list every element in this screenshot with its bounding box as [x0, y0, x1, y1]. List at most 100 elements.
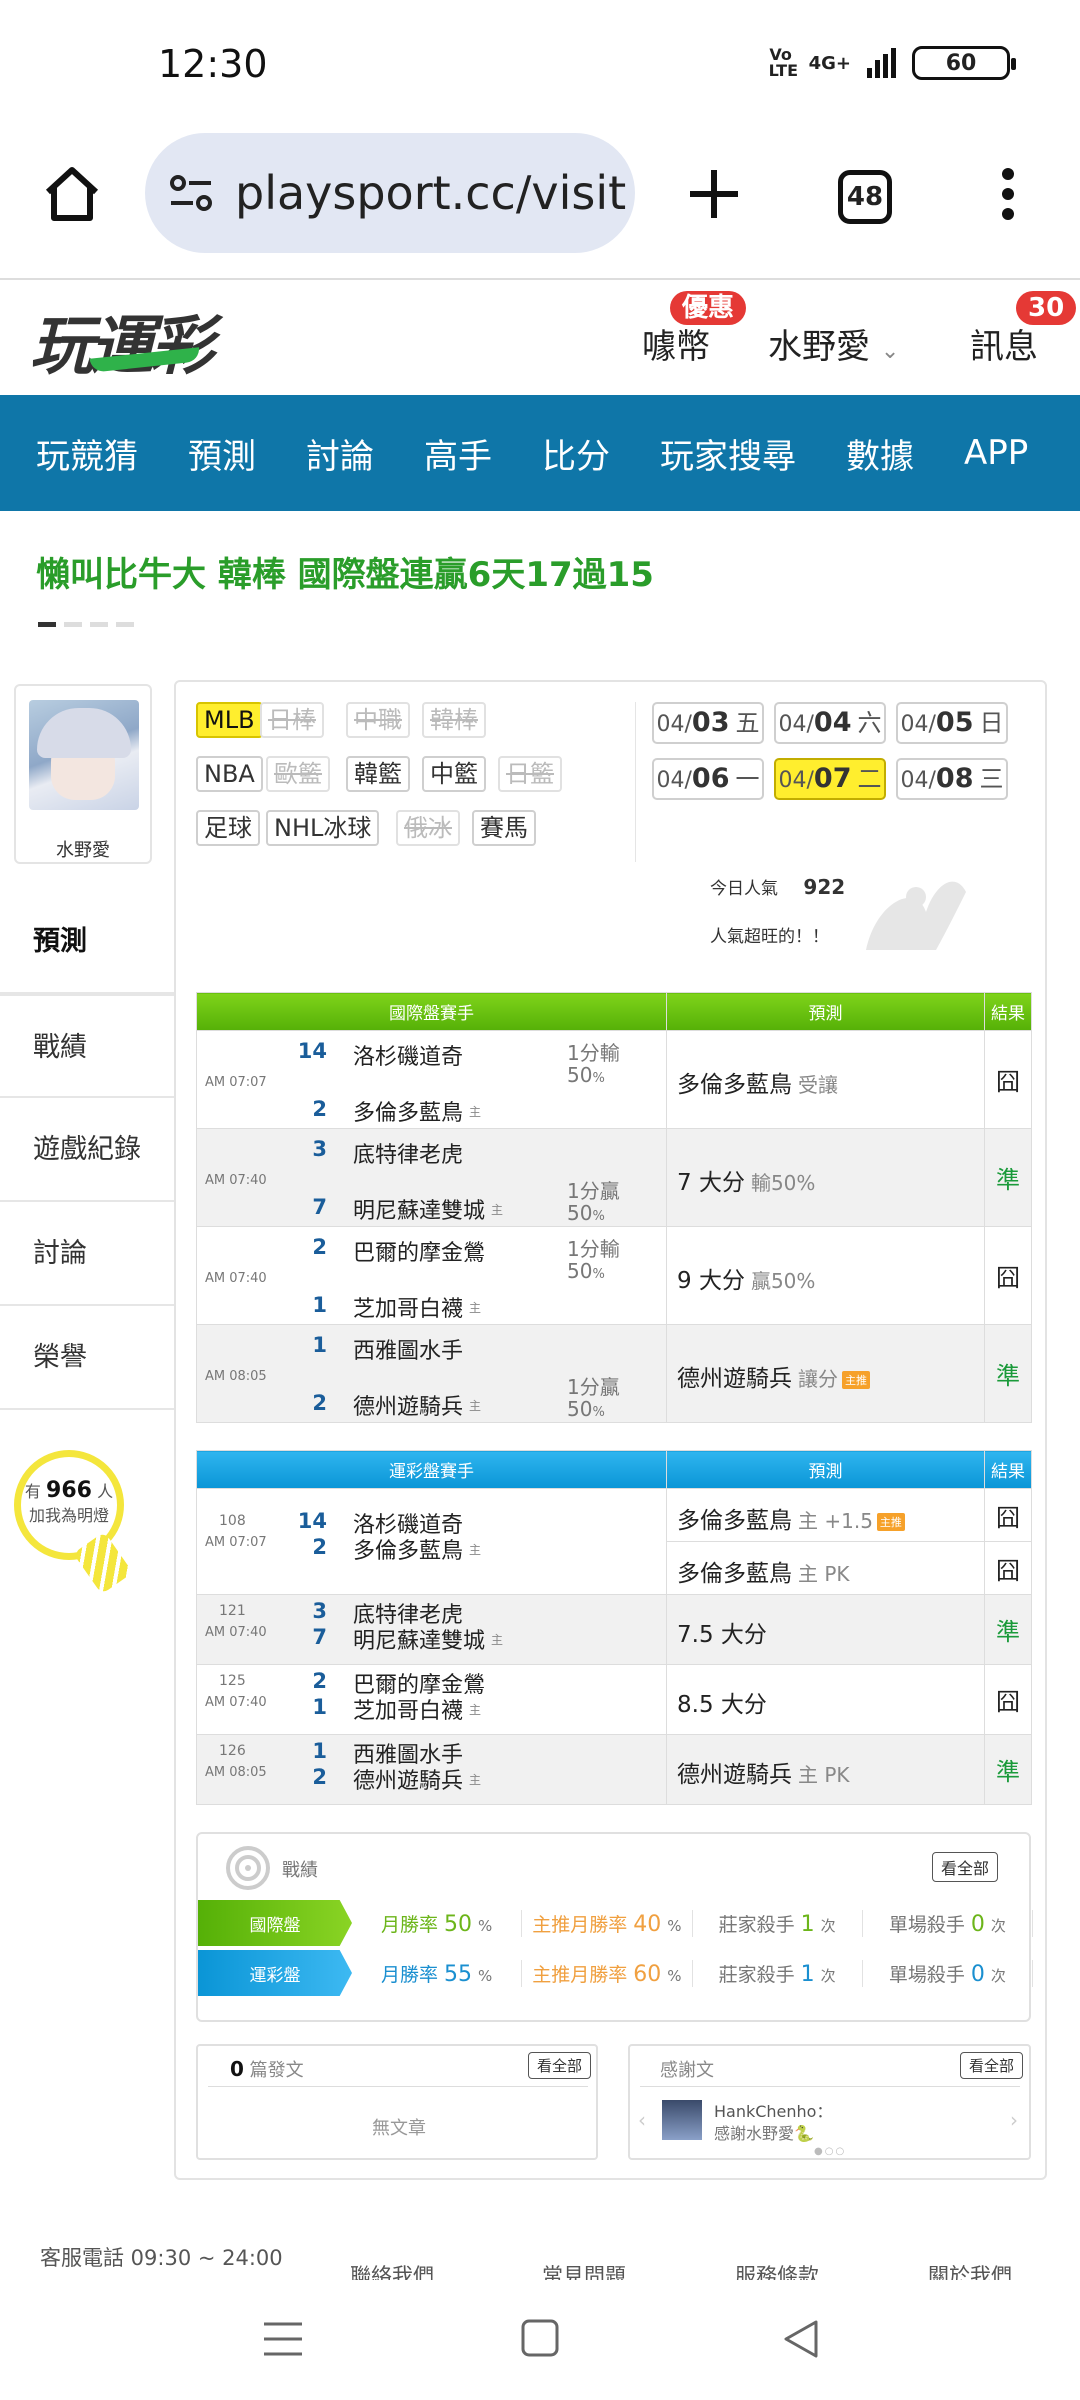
messages-badge: 30 [1016, 291, 1077, 325]
target-icon [226, 1846, 270, 1890]
footer-link-about[interactable]: 關於我們 [928, 2260, 1012, 2280]
stat-unit: 次 [820, 1916, 836, 1935]
home-team[interactable]: 芝加哥白襪 [353, 1693, 463, 1725]
date-option[interactable]: 04/08 三 [896, 758, 1008, 800]
nav-app[interactable]: APP [964, 433, 1028, 473]
url-text[interactable]: playsport.cc/visit [235, 166, 626, 220]
home-team[interactable]: 明尼蘇達雙城 [353, 1193, 485, 1225]
side-menu-game-log[interactable]: 遊戲紀錄 [0, 1098, 175, 1202]
pct-value: 50 [567, 1063, 593, 1087]
away-team[interactable]: 西雅圖水手 [353, 1333, 463, 1365]
pct-unit: % [592, 1267, 605, 1282]
tw-col-games: 運彩盤賽手 [196, 1450, 667, 1489]
recent-apps-icon[interactable] [262, 2318, 304, 2360]
nav-player-search[interactable]: 玩家搜尋 [660, 429, 796, 478]
address-bar[interactable]: playsport.cc/visit [145, 133, 635, 253]
back-icon[interactable] [780, 2318, 820, 2360]
coin-link[interactable]: 噱幣 [642, 319, 710, 368]
site-settings-icon[interactable] [169, 173, 213, 213]
carousel-dot[interactable] [90, 622, 108, 627]
footer-link-terms[interactable]: 服務條款 [735, 2260, 819, 2280]
new-tab-icon[interactable] [688, 168, 740, 220]
away-team[interactable]: 底特律老虎 [353, 1137, 463, 1169]
tab-switcher-button[interactable]: 48 [838, 170, 892, 224]
carousel-dot[interactable] [64, 622, 82, 627]
date-option[interactable]: 04/04 六 [774, 702, 886, 744]
nav-discuss[interactable]: 討論 [306, 429, 374, 478]
headline-banner[interactable]: 懶叫比牛大 韓棒 國際盤連贏6天17過15 [36, 547, 654, 596]
nav-play[interactable]: 玩競猜 [36, 429, 138, 478]
user-menu[interactable]: 水野愛 ⌄ [768, 319, 899, 368]
pick: 9 大分 贏50% [677, 1261, 815, 1295]
home-button-icon[interactable] [520, 2318, 560, 2358]
stat-label: 單場殺手 [888, 1963, 965, 1986]
home-team[interactable]: 多倫多藍鳥 [353, 1095, 463, 1127]
stat-unit: 次 [990, 1916, 1006, 1935]
side-menu-predict[interactable]: 預測 [0, 890, 175, 994]
date-option[interactable]: 04/05 日 [896, 702, 1008, 744]
side-menu-discuss[interactable]: 討論 [0, 1202, 175, 1306]
site-logo[interactable]: 玩運彩 [30, 295, 214, 387]
footer-link-contact[interactable]: 聯絡我們 [350, 2260, 434, 2280]
home-team[interactable]: 德州遊騎兵 [353, 1389, 463, 1421]
thanks-user[interactable]: HankChenho： [714, 2098, 832, 2122]
carousel-dot[interactable] [38, 622, 56, 627]
side-menu-honor[interactable]: 榮譽 [0, 1306, 175, 1410]
side-menu-record[interactable]: 戰績 [0, 994, 175, 1098]
league-chip[interactable]: 韓籃 [346, 756, 410, 792]
date-option[interactable]: 04/07 二 [774, 758, 886, 800]
carousel-dot[interactable] [116, 622, 134, 627]
league-chip[interactable]: 足球 [196, 810, 260, 846]
date-option[interactable]: 04/03 五 [652, 702, 764, 744]
record-row: 國際盤 月勝率 50% 主推月勝率 40% 莊家殺手 1 次單場殺手 0 次 [198, 1900, 1033, 1946]
game-id: 108 [219, 1513, 246, 1529]
bookie-killer: 莊家殺手 1 次 [693, 1909, 863, 1937]
league-chip[interactable]: MLB [196, 702, 263, 738]
record-view-all-button[interactable]: 看全部 [932, 1852, 999, 1882]
away-team[interactable]: 洛杉磯道奇 [353, 1039, 463, 1071]
away-score: 3 [312, 1599, 327, 1623]
nav-scores[interactable]: 比分 [542, 429, 610, 478]
handicap-pct: 50% [567, 1063, 605, 1087]
stat-label: 主推月勝率 [532, 1913, 628, 1936]
more-menu-icon[interactable] [996, 166, 1020, 222]
footer-link-faq[interactable]: 常見問題 [542, 2260, 626, 2280]
posts-view-all-button[interactable]: 看全部 [528, 2052, 592, 2079]
game-time: AM 07:40 [205, 1271, 267, 1286]
fans-count: 966 [46, 1478, 92, 1503]
league-chip[interactable]: 賽馬 [472, 810, 536, 846]
popularity-illustration [866, 881, 966, 950]
status-time: 12:30 [158, 42, 268, 86]
nav-predict[interactable]: 預測 [188, 429, 256, 478]
result-cell: 準 [984, 1594, 1032, 1665]
home-team[interactable]: 德州遊騎兵 [353, 1763, 463, 1795]
intl-col-pick: 預測 [666, 992, 985, 1031]
home-team[interactable]: 多倫多藍鳥 [353, 1533, 463, 1565]
away-team[interactable]: 巴爾的摩金鶯 [353, 1235, 485, 1267]
browser-toolbar: playsport.cc/visit 48 [0, 130, 1080, 280]
pct-value: 50 [567, 1259, 593, 1283]
popularity-label: 今日人氣 [710, 879, 778, 899]
chevron-right-icon[interactable]: › [1010, 2108, 1018, 2132]
nav-experts[interactable]: 高手 [424, 429, 492, 478]
league-chip[interactable]: NHL冰球 [266, 810, 380, 846]
home-mark: 主 [469, 1703, 482, 1717]
game-id: 121 [219, 1603, 246, 1619]
home-team[interactable]: 明尼蘇達雙城 [353, 1623, 485, 1655]
stat-label: 莊家殺手 [718, 1913, 795, 1936]
thanks-view-all-button[interactable]: 看全部 [960, 2052, 1024, 2079]
thanks-avatar[interactable] [662, 2100, 702, 2140]
pick-team: 7 大分 [677, 1170, 745, 1196]
nav-data[interactable]: 數據 [846, 429, 914, 478]
away-score: 2 [312, 1669, 327, 1693]
handicap-line: 1分輸 [567, 1041, 620, 1065]
pick: 多倫多藍鳥 受讓 [677, 1065, 838, 1099]
chevron-left-icon[interactable]: ‹ [638, 2108, 646, 2132]
league-chip[interactable]: 中籃 [422, 756, 486, 792]
home-icon[interactable] [40, 162, 104, 226]
date-option[interactable]: 04/06 一 [652, 758, 764, 800]
league-chip[interactable]: NBA [196, 756, 263, 792]
messages-link[interactable]: 訊息 [970, 319, 1038, 368]
avatar[interactable]: 水野愛 [14, 684, 152, 864]
home-team[interactable]: 芝加哥白襪 [353, 1291, 463, 1323]
